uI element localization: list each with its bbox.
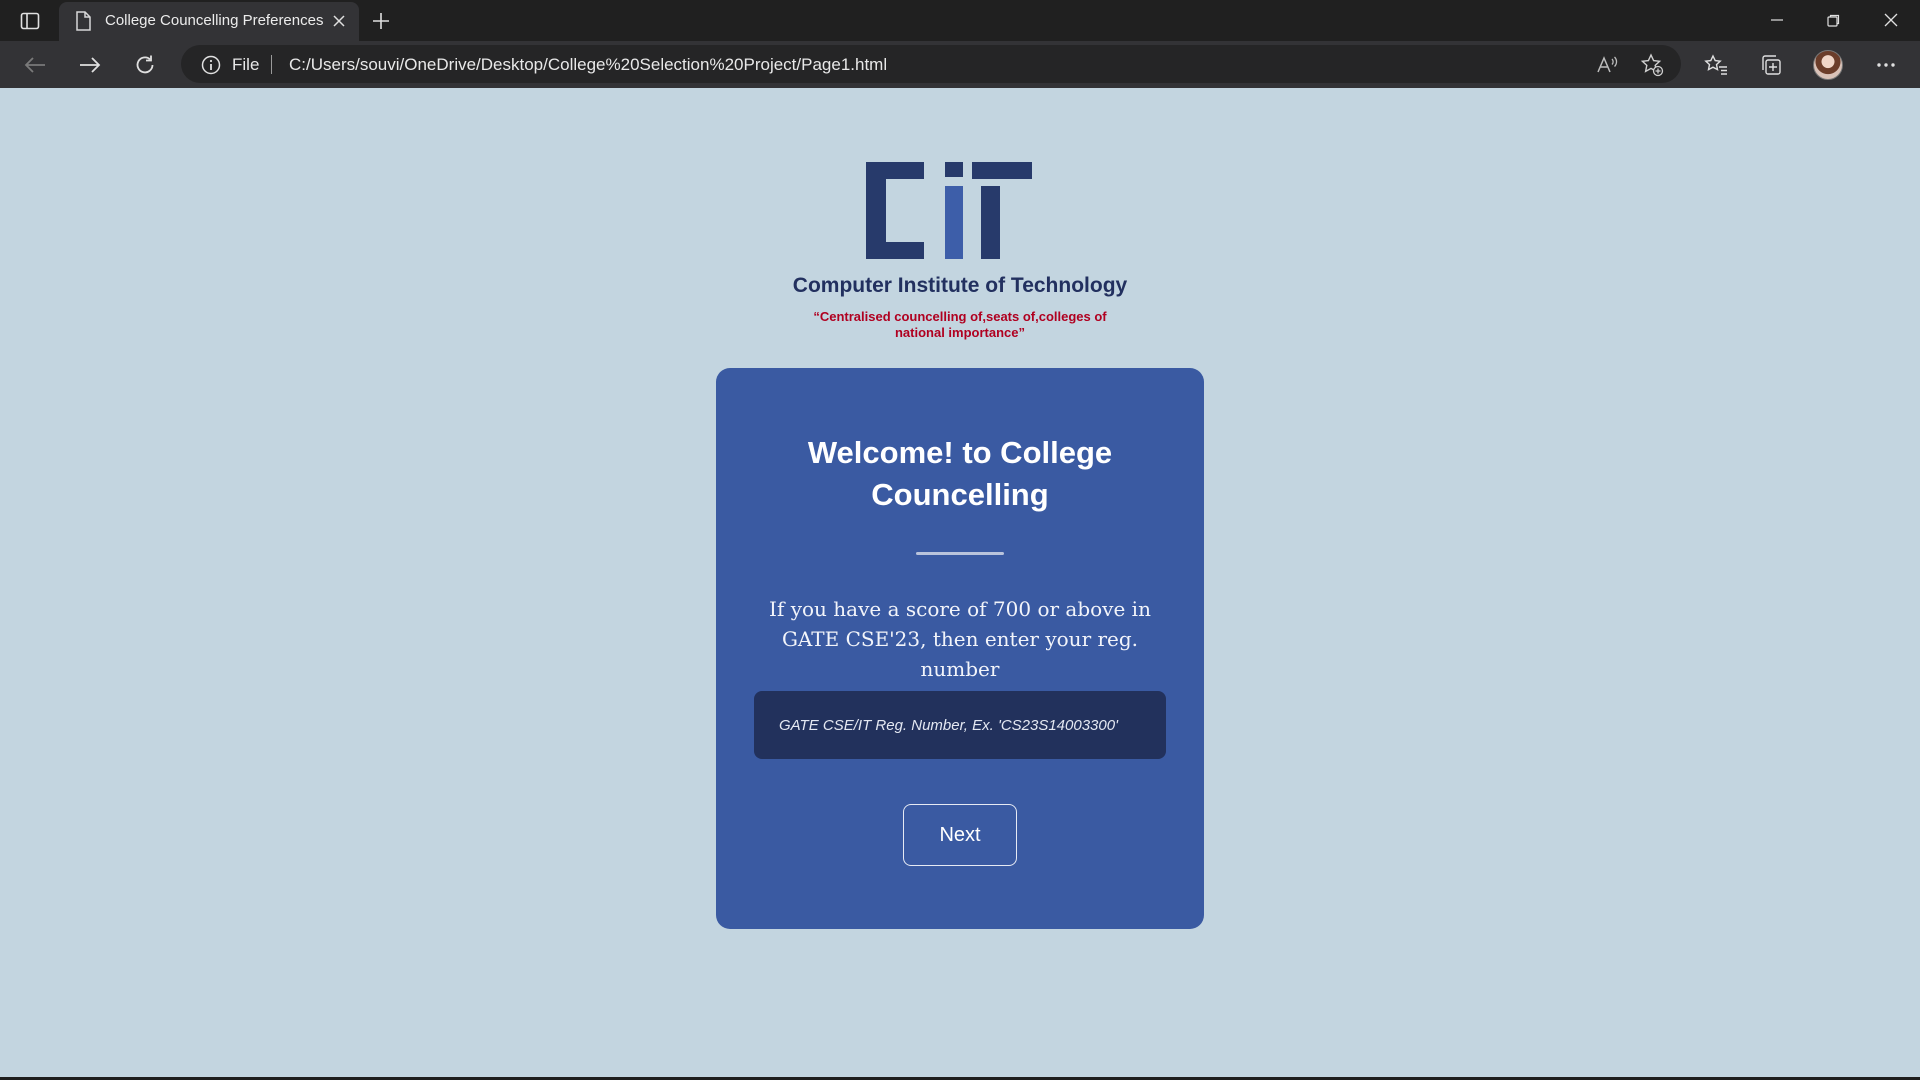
tab-title: College Councelling Preferences bbox=[105, 12, 324, 29]
refresh-icon[interactable] bbox=[129, 49, 161, 81]
read-aloud-icon[interactable] bbox=[1595, 53, 1619, 77]
site-info-icon[interactable] bbox=[201, 55, 221, 80]
browser-toolbar: File C:/Users/souvi/OneDrive/Desktop/Col… bbox=[0, 41, 1920, 88]
forward-arrow-icon[interactable] bbox=[74, 49, 106, 81]
minimize-icon[interactable] bbox=[1748, 0, 1805, 40]
welcome-card: Welcome! to College Councelling If you h… bbox=[716, 368, 1204, 929]
page-document-icon bbox=[75, 11, 91, 36]
browser-title-bar: College Councelling Preferences bbox=[0, 0, 1920, 41]
cit-logo bbox=[866, 162, 1032, 259]
organization-name: Computer Institute of Technology bbox=[792, 274, 1128, 297]
back-arrow-icon[interactable] bbox=[19, 49, 51, 81]
welcome-heading: Welcome! to College Councelling bbox=[807, 435, 1113, 512]
tagline: “Centralised councelling of,seats of,col… bbox=[813, 309, 1107, 340]
tab-actions-icon[interactable] bbox=[16, 8, 44, 34]
browser-tab[interactable]: College Councelling Preferences bbox=[59, 2, 359, 41]
next-button[interactable]: Next bbox=[903, 804, 1017, 866]
score-instructions: If you have a score of 700 or above in G… bbox=[769, 597, 1151, 681]
collections-icon[interactable] bbox=[1755, 49, 1787, 81]
url-scheme-label: File bbox=[232, 55, 260, 74]
more-options-icon[interactable] bbox=[1870, 49, 1902, 81]
url-text[interactable]: C:/Users/souvi/OneDrive/Desktop/College%… bbox=[289, 55, 887, 75]
heading-divider bbox=[916, 552, 1004, 555]
address-bar[interactable]: File C:/Users/souvi/OneDrive/Desktop/Col… bbox=[181, 45, 1681, 83]
profile-avatar[interactable] bbox=[1813, 50, 1843, 80]
new-tab-plus-icon[interactable] bbox=[367, 7, 395, 35]
add-favorite-star-icon[interactable] bbox=[1640, 53, 1664, 77]
tab-close-icon[interactable] bbox=[329, 11, 349, 31]
favorites-icon[interactable] bbox=[1700, 49, 1732, 81]
restore-icon[interactable] bbox=[1805, 0, 1862, 40]
reg-number-input[interactable] bbox=[754, 691, 1166, 759]
address-separator bbox=[271, 55, 272, 74]
window-close-icon[interactable] bbox=[1862, 0, 1919, 40]
